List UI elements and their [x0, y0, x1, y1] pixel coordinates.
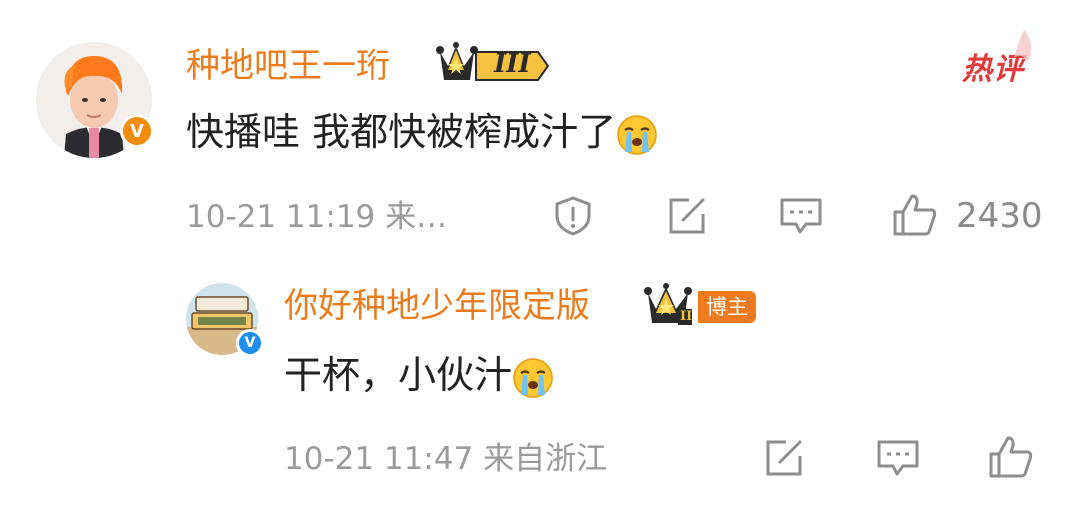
avatar[interactable]: V [36, 42, 154, 158]
comment-icon[interactable] [875, 436, 921, 480]
comment-icon[interactable] [778, 194, 824, 238]
crying-face-icon [617, 114, 657, 155]
verified-blue-icon: V [236, 329, 264, 357]
like-count: 2430 [956, 196, 1043, 236]
reply-time: 10-21 11:47 [284, 441, 474, 477]
repost-edit-icon[interactable] [762, 436, 806, 480]
reply-username[interactable]: 你好种地少年限定版 [284, 286, 590, 326]
fan-level-text: III [494, 49, 531, 79]
comment-text: 快播哇 我都快被榨成汁了 [186, 109, 658, 156]
like-thumb-icon[interactable] [892, 192, 938, 238]
repost-edit-icon[interactable] [665, 194, 709, 238]
reply-location: 来自浙江 [483, 441, 608, 477]
comment-meta: 10-21 11:19 来… [186, 199, 447, 235]
reply-text-body: 干杯，小伙汁 [284, 353, 513, 397]
crying-face-icon [513, 357, 553, 398]
comment-username[interactable]: 种地吧王一珩 [186, 46, 390, 86]
avatar[interactable]: V [186, 283, 264, 357]
report-shield-icon[interactable] [551, 194, 595, 238]
like-thumb-icon[interactable] [988, 434, 1034, 480]
fan-level-badge[interactable]: III [434, 42, 550, 90]
comment-time: 10-21 11:19 [186, 199, 376, 235]
flame-icon [1014, 30, 1032, 62]
crown-icon [436, 42, 550, 81]
fan-level-badge[interactable]: II [644, 283, 700, 331]
comment-text-body: 快播哇 我都快被榨成汁了 [186, 110, 617, 154]
fan-level-text: II [680, 309, 693, 324]
comment-location: 来… [385, 199, 448, 235]
reply-meta: 10-21 11:47 来自浙江 [284, 441, 607, 477]
author-badge: 博主 [698, 291, 756, 323]
verified-v-icon: V [120, 114, 154, 148]
reply-text: 干杯，小伙汁 [284, 352, 554, 399]
